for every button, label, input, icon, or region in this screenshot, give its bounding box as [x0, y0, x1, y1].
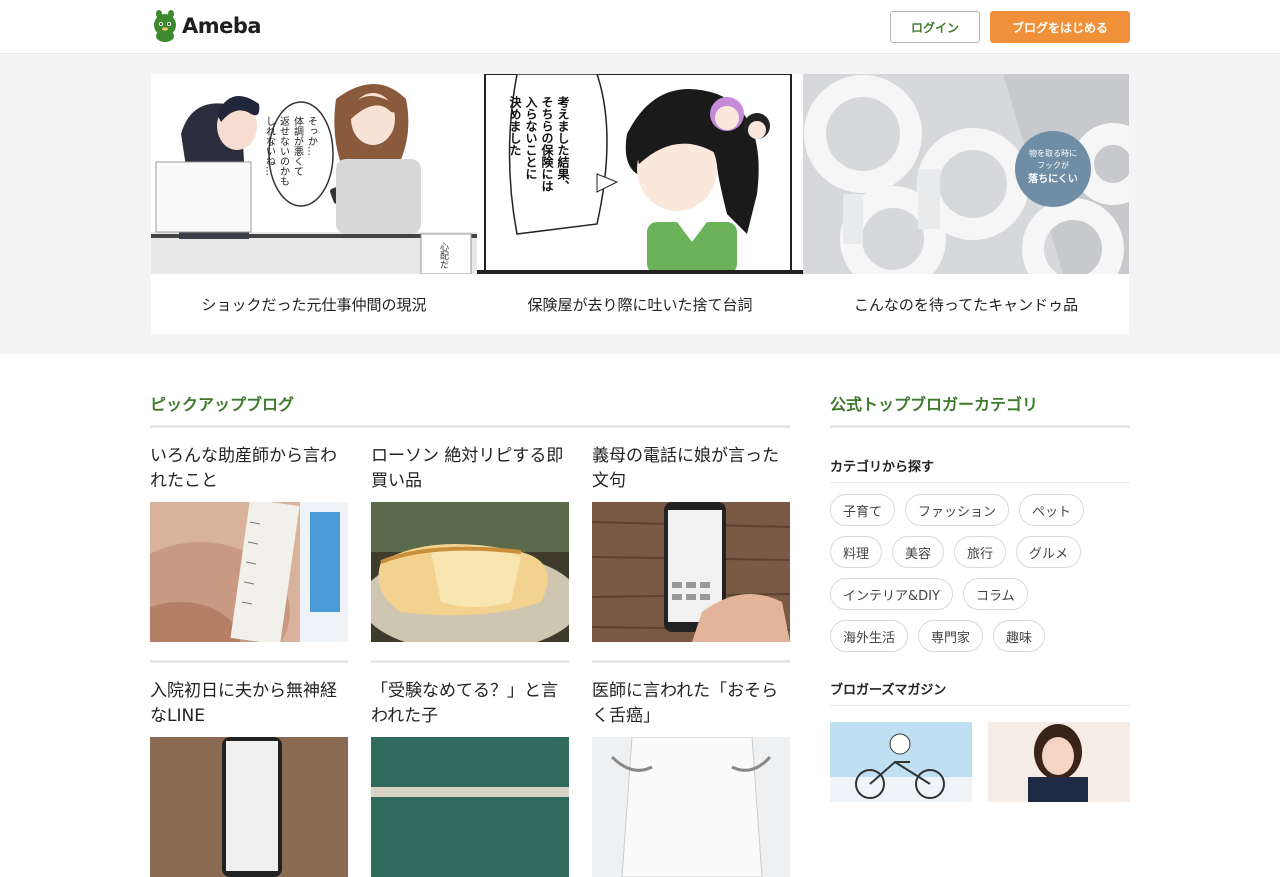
svg-text:フックが: フックが — [1037, 160, 1069, 170]
sidebar-heading: 公式トップブロガーカテゴリ — [830, 395, 1039, 414]
tag-interior-diy[interactable]: インテリア&DIY — [830, 578, 953, 610]
svg-text:決めました: 決めました — [508, 95, 522, 156]
tag-travel[interactable]: 旅行 — [954, 536, 1007, 568]
manga-side-text: 心配だ — [438, 242, 449, 269]
svg-text:考えました結果、: 考えました結果、 — [556, 95, 570, 192]
manga-image-insurance: 考えました結果、 そちらの保険には 入らないことに 決めました — [477, 74, 803, 274]
site-header: Ameba ログイン ブログをはじめる — [0, 0, 1280, 54]
svg-text:体調が悪くて: 体調が悪くて — [292, 116, 304, 176]
tag-fashion[interactable]: ファッション — [905, 494, 1010, 526]
tag-hobby[interactable]: 趣味 — [993, 620, 1046, 652]
tag-column[interactable]: コラム — [962, 578, 1028, 610]
category-heading: カテゴリから探す — [830, 460, 935, 475]
pickup-item[interactable]: ローソン 絶対リピする即買い品 — [371, 444, 569, 642]
pickup-title[interactable]: 医師に言われた「おそらく舌癌」 — [592, 679, 790, 737]
login-button[interactable]: ログイン — [890, 11, 980, 43]
featured-title[interactable]: 保険屋が去り際に吐いた捨て台詞 — [477, 274, 803, 334]
tag-row: 料理 美容 旅行 グルメ — [830, 536, 1130, 568]
magazine-card-bicycle[interactable] — [830, 722, 972, 802]
tag-parenting[interactable]: 子育て — [830, 494, 896, 526]
magazine-heading: ブロガーズマガジン — [830, 683, 947, 698]
tag-expert[interactable]: 専門家 — [918, 620, 984, 652]
featured-title[interactable]: ショックだった元仕事仲間の現況 — [151, 274, 477, 334]
svg-text:落ちにくい: 落ちにくい — [1028, 172, 1078, 185]
pickup-separator — [371, 660, 569, 663]
pickup-image-baby — [150, 502, 348, 642]
svg-text:そちらの保険には: そちらの保険には — [540, 96, 554, 192]
svg-text:物を取る時に: 物を取る時に — [1029, 148, 1077, 158]
tag-row: インテリア&DIY コラム — [830, 578, 1130, 610]
featured-band: そっか… 体調が悪くて 返せないのかも しれないね… 心配だ ショックだった元仕… — [0, 54, 1280, 354]
category-rule — [830, 482, 1130, 483]
pickup-separator — [592, 660, 790, 663]
ameba-mascot-icon — [154, 10, 176, 42]
pickup-item[interactable]: 医師に言われた「おそらく舌癌」 — [592, 679, 790, 877]
manga-image-office: そっか… 体調が悪くて 返せないのかも しれないね… 心配だ — [151, 74, 477, 274]
pickup-image-doctor — [592, 737, 790, 877]
featured-list: そっか… 体調が悪くて 返せないのかも しれないね… 心配だ ショックだった元仕… — [151, 74, 1129, 334]
tag-beauty[interactable]: 美容 — [892, 536, 945, 568]
product-image-hooks: 物を取る時に フックが 落ちにくい — [803, 74, 1129, 274]
start-blog-button[interactable]: ブログをはじめる — [990, 11, 1130, 43]
pickup-title[interactable]: いろんな助産師から言われたこと — [150, 444, 348, 502]
featured-card[interactable]: そっか… 体調が悪くて 返せないのかも しれないね… 心配だ ショックだった元仕… — [151, 74, 477, 334]
pickup-heading-rule — [150, 425, 790, 428]
ameba-logo[interactable]: Ameba — [152, 10, 262, 42]
pickup-image-cake — [371, 502, 569, 642]
featured-title[interactable]: こんなのを待ってたキャンドゥ品 — [803, 274, 1129, 334]
pickup-heading: ピックアップブログ — [150, 395, 295, 414]
tag-cooking[interactable]: 料理 — [830, 536, 883, 568]
svg-text:入らないことに: 入らないことに — [524, 96, 538, 180]
category-tags: 子育て ファッション ペット 料理 美容 旅行 グルメ インテリア&DIY コラ… — [830, 494, 1130, 662]
pickup-title[interactable]: 義母の電話に娘が言った文句 — [592, 444, 790, 502]
tag-row: 子育て ファッション ペット — [830, 494, 1130, 526]
magazine-card-woman[interactable] — [988, 722, 1130, 802]
pickup-item[interactable]: 入院初日に夫から無神経なLINE — [150, 679, 348, 877]
tag-overseas[interactable]: 海外生活 — [830, 620, 909, 652]
featured-card[interactable]: 物を取る時に フックが 落ちにくい こんなのを待ってたキャンドゥ品 — [803, 74, 1129, 334]
magazine-rule — [830, 705, 1130, 706]
pickup-item[interactable]: 義母の電話に娘が言った文句 — [592, 444, 790, 642]
pickup-separator — [150, 660, 348, 663]
tag-gourmet[interactable]: グルメ — [1016, 536, 1082, 568]
svg-text:そっか…: そっか… — [306, 116, 318, 156]
pickup-title[interactable]: ローソン 絶対リピする即買い品 — [371, 444, 569, 502]
tag-row: 海外生活 専門家 趣味 — [830, 620, 1130, 652]
logo-text: Ameba — [182, 14, 262, 38]
pickup-image-phone-table — [150, 737, 348, 877]
pickup-item[interactable]: いろんな助産師から言われたこと — [150, 444, 348, 642]
tag-pet[interactable]: ペット — [1019, 494, 1085, 526]
pickup-image-blackboard — [371, 737, 569, 877]
pickup-title[interactable]: 「受験なめてる？」と言われた子 — [371, 679, 569, 737]
svg-text:返せないのかも: 返せないのかも — [278, 116, 290, 186]
pickup-item[interactable]: 「受験なめてる？」と言われた子 — [371, 679, 569, 877]
pickup-image-phone — [592, 502, 790, 642]
featured-card[interactable]: 考えました結果、 そちらの保険には 入らないことに 決めました 保険屋が去り際に… — [477, 74, 803, 334]
pickup-title[interactable]: 入院初日に夫から無神経なLINE — [150, 679, 348, 737]
sidebar-heading-rule — [830, 425, 1130, 428]
main-content: ピックアップブログ いろんな助産師から言われたこと ローソン 絶対リピする即買い… — [0, 354, 1280, 877]
svg-text:しれないね…: しれないね… — [264, 116, 276, 176]
